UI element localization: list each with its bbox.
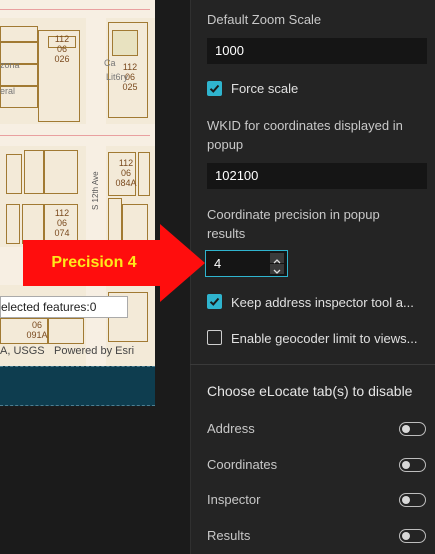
callout-text: Precision 4 (51, 254, 137, 271)
